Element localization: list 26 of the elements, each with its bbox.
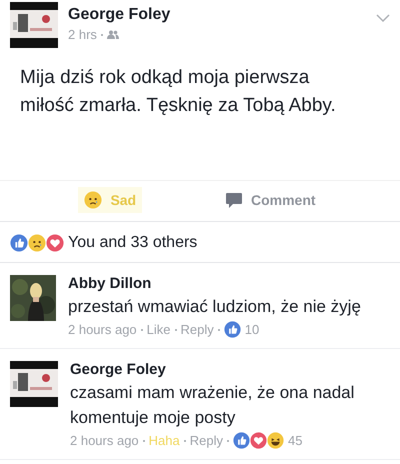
post-text: Mija dziś rok odkąd moja pierwsza miłość zmarła. Tęsknię za Tobą Abby. [19,66,337,118]
comment-time: 2 hours ago [70,433,139,448]
author-name[interactable]: George Foley [68,6,366,24]
commenter-name[interactable]: George Foley [70,361,370,378]
comment-time: 2 hours ago [68,322,137,337]
comment-button[interactable]: Comment [219,187,322,213]
comment-text: przestań wmawiać ludziom, że nie żyję [68,296,361,318]
sad-face-icon [84,191,102,209]
sad-face-icon [28,234,46,252]
comment-text: czasami mam wrażenie, że ona nadal komentuje moje posty [70,382,356,429]
commenter-name[interactable]: Abby Dillon [68,275,361,292]
reply-link[interactable]: Reply [190,433,223,448]
chevron-down-icon[interactable] [376,14,390,22]
reply-link[interactable]: Reply [180,322,214,337]
like-icon [233,432,250,449]
reaction-count: 10 [244,322,260,337]
reaction-count: 45 [288,433,302,448]
laughing-face-icon [267,432,284,449]
reaction-button[interactable]: Sad [78,187,142,213]
reaction-link[interactable]: Like [146,322,171,337]
speech-bubble-icon [225,192,243,208]
post-time: 2 hrs [68,27,97,42]
like-icon [10,234,28,252]
friends-icon [106,30,119,39]
reactions-summary[interactable]: You and 33 others [68,234,198,252]
like-icon [224,321,241,338]
